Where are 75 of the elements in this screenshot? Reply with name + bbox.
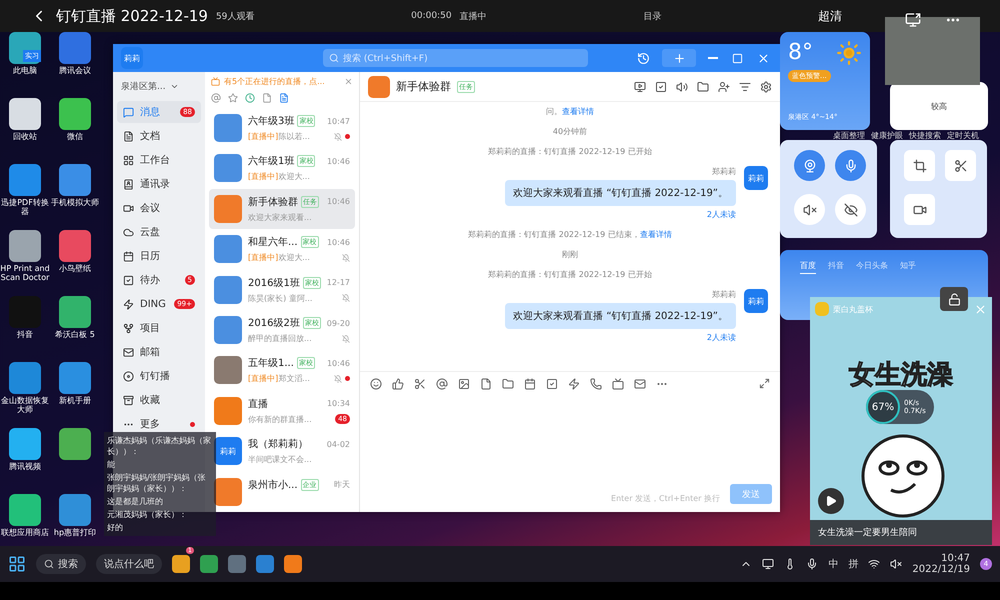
conversation-time: 10:47	[326, 116, 350, 126]
video-caption: 女生洗澡一定要男生陪同	[810, 520, 992, 545]
conversation-name: 五年级1...	[248, 357, 294, 370]
app-label: 腾讯视频	[8, 462, 42, 472]
sender-name: 郑莉莉	[712, 166, 736, 177]
app-label: 手机模拟大师	[50, 198, 100, 208]
comment-text: 这是都是几班的	[107, 496, 163, 507]
conversation-time: 10:34	[326, 399, 350, 408]
conversation-name: 六年级1班	[248, 154, 294, 168]
conversation-time: 10:46	[326, 197, 350, 206]
message-bubble: 欢迎大家来观看直播 “钉钉直播 2022-12-19”。	[505, 180, 736, 206]
chat-title: 新手体验群	[396, 79, 451, 94]
comment-text: 好的	[107, 522, 123, 533]
conversation-time: 10:46	[326, 156, 350, 166]
conversation-name: 2016级1班	[248, 276, 300, 290]
app-label: 腾讯会议	[58, 66, 92, 76]
live-timer: 00:00:50	[411, 11, 452, 21]
app-label: 新机手册	[58, 396, 92, 406]
time-divider: 刚刚	[562, 249, 578, 260]
app-label: 此电脑	[12, 66, 38, 76]
live-status: 直播中	[460, 10, 487, 22]
conversation-preview: 醉甲的直播回放...	[248, 333, 313, 344]
comment-author: 元湘茂妈妈（家长）：	[107, 509, 187, 520]
conversation-name: 新手体验群	[248, 196, 298, 209]
app-label: 联想应用商店	[0, 528, 50, 538]
temperature: 8°	[788, 40, 813, 66]
conversation-name: 2016级2班	[248, 316, 300, 330]
conversation-preview: 欢迎大家来观看...	[248, 212, 313, 223]
system-message: 郑莉莉的直播：钉钉直播 2022-12-19 已开始	[488, 269, 652, 280]
meter-label: 较高	[931, 100, 947, 112]
conversation-name: 和星六年...	[248, 236, 298, 250]
conversation-time: 昨天	[334, 479, 350, 490]
conversation-preview: 半间吧课文不会...	[248, 454, 313, 466]
conversation-preview: [直播中]欢迎大...	[248, 171, 311, 182]
app-label: hp惠普打印	[52, 528, 98, 538]
viewer-count: 59人观看	[216, 10, 254, 22]
conversation-preview: [直播中]陈以若...	[248, 131, 311, 142]
catalog-label: 目录	[643, 10, 662, 22]
conversation-name: 泉州市小...	[248, 478, 298, 492]
app-label: 微信	[66, 132, 84, 142]
conversation-name: 六年级3班	[248, 114, 294, 128]
conversation-preview: 陈昊(家长) 童阿...	[248, 292, 314, 304]
sender-name: 郑莉莉	[712, 289, 736, 300]
user-avatar: 莉莉	[744, 166, 768, 190]
app-label: 迅捷PDF转换器	[0, 198, 50, 216]
conversation-time: 04-02	[326, 440, 350, 449]
app-label: 金山数据恢复大师	[0, 396, 50, 414]
app-label: 抖音	[16, 330, 34, 340]
user-avatar: 莉莉	[744, 289, 768, 313]
app-label: 小鸟壁纸	[58, 264, 92, 274]
live-title: 钉钉直播 2022-12-19	[56, 6, 208, 26]
video-headline: 女生洗澡	[849, 359, 953, 392]
app-label: 希沃白板 5	[54, 330, 96, 340]
conversation-preview: [直播中]郑文滔...	[248, 373, 311, 384]
app-label: HP Print and Scan Doctor	[0, 264, 50, 282]
system-message: 郑莉莉的直播：钉钉直播 2022-12-19 已结束，查看详情	[468, 229, 672, 240]
conversation-time: 09-20	[326, 318, 350, 328]
time-divider: 40分钟前	[552, 126, 588, 137]
comment-author: 乐谦杰妈妈（乐谦杰妈妈（家长））：	[107, 435, 212, 457]
conversation-name: 直播	[248, 398, 268, 411]
conversation-time: 12-17	[326, 278, 350, 288]
comment-author: 张朗宇妈妈/张朗宇妈妈（张朗宇妈妈（家长））：	[107, 472, 207, 494]
system-message: 郑莉莉的直播：钉钉直播 2022-12-19 已开始	[488, 146, 652, 157]
group-avatar: 莉莉	[214, 437, 242, 466]
usage-percent: 67%	[866, 390, 900, 424]
channel-name: 栗白丸盖杯	[833, 304, 873, 314]
comment-text: 能	[107, 459, 115, 470]
conversation-preview: [直播中]欢迎大...	[248, 252, 311, 264]
conversation-preview: 你有新的群直播...	[248, 414, 313, 425]
conversation-time: 10:46	[326, 358, 350, 368]
app-label: 回收站	[12, 132, 38, 142]
conversation-time: 10:46	[326, 238, 350, 247]
conversation-name: 我（郑莉莉）	[248, 438, 308, 452]
system-message: 问。查看详情	[546, 106, 594, 117]
message-bubble: 欢迎大家来观看直播 “钉钉直播 2022-12-19”。	[505, 303, 736, 329]
